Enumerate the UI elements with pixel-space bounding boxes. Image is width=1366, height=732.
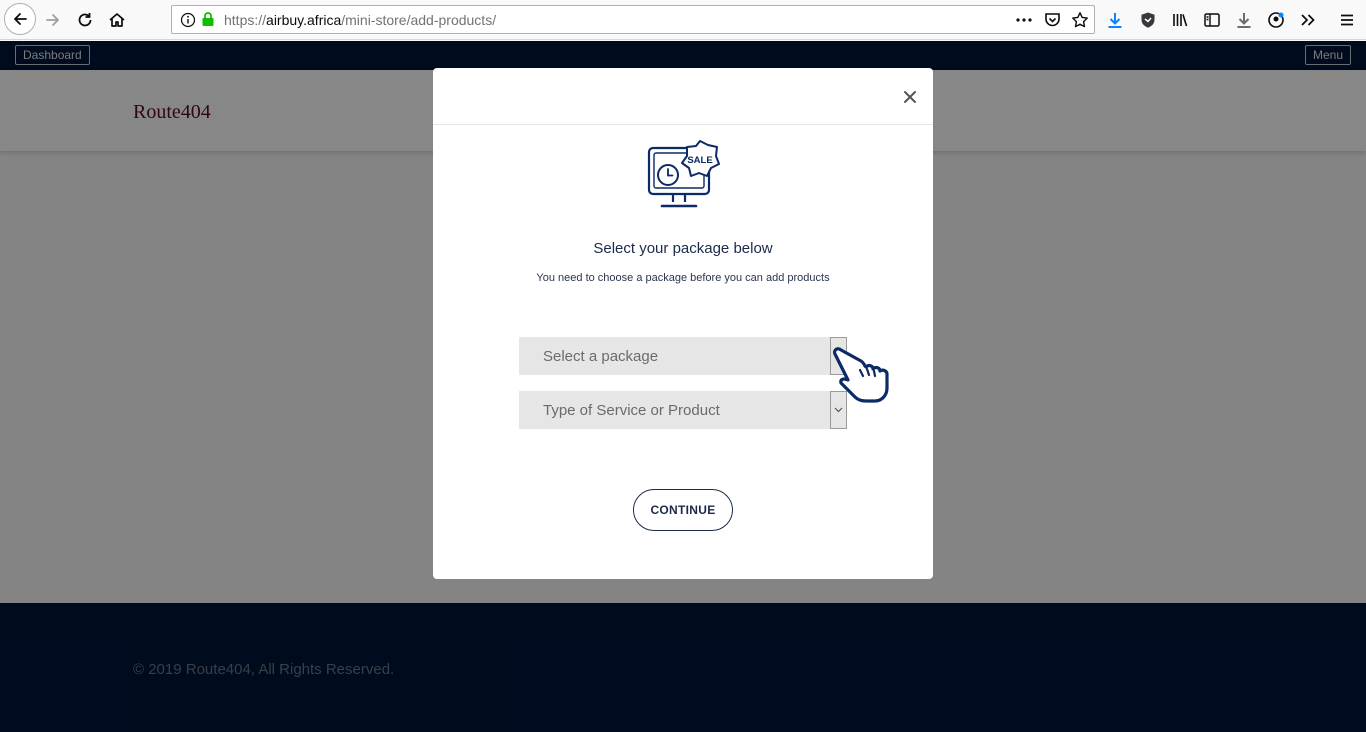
service-type-select[interactable]: Type of Service or Product bbox=[519, 391, 847, 429]
sale-badge-text: SALE bbox=[687, 155, 712, 166]
reload-button[interactable] bbox=[70, 5, 100, 35]
package-select-value: Select a package bbox=[543, 348, 659, 365]
package-modal: SALE Select your package below You need … bbox=[433, 68, 933, 579]
close-button[interactable] bbox=[901, 88, 919, 106]
downloads-gray-icon[interactable] bbox=[1234, 10, 1254, 30]
url-bar[interactable]: https://airbuy.africa/mini-store/add-pro… bbox=[171, 5, 1095, 34]
lock-icon[interactable] bbox=[201, 11, 215, 32]
download-icon[interactable] bbox=[1105, 10, 1125, 30]
continue-button[interactable]: CONTINUE bbox=[633, 489, 733, 531]
modal-title: Select your package below bbox=[593, 240, 773, 257]
url-prefix: https:// bbox=[224, 12, 267, 28]
browser-toolbar: https://airbuy.africa/mini-store/add-pro… bbox=[0, 0, 1366, 40]
modal-subtitle: You need to choose a package before you … bbox=[536, 272, 830, 284]
url-path: /mini-store/add-products/ bbox=[341, 12, 497, 28]
shield-icon[interactable] bbox=[1138, 10, 1158, 30]
service-select-value: Type of Service or Product bbox=[543, 402, 720, 419]
account-icon[interactable] bbox=[1266, 10, 1286, 30]
pocket-icon[interactable] bbox=[1042, 11, 1062, 29]
arrow-left-icon bbox=[14, 13, 27, 25]
reload-icon bbox=[78, 13, 92, 27]
sale-monitor-icon: SALE bbox=[646, 140, 720, 217]
info-icon[interactable] bbox=[180, 12, 196, 33]
hamburger-menu-icon[interactable] bbox=[1337, 10, 1357, 30]
home-button[interactable] bbox=[102, 5, 132, 35]
url-domain: airbuy.africa bbox=[266, 12, 342, 28]
home-icon bbox=[109, 13, 125, 27]
overflow-chevron-icon[interactable] bbox=[1298, 10, 1318, 30]
arrow-right-icon bbox=[46, 14, 59, 26]
sidebar-icon[interactable] bbox=[1202, 10, 1222, 30]
close-icon bbox=[904, 91, 916, 103]
pointing-hand-icon bbox=[831, 340, 895, 409]
package-select[interactable]: Select a package bbox=[519, 337, 847, 375]
url-text[interactable]: https://airbuy.africa/mini-store/add-pro… bbox=[224, 12, 496, 28]
back-button[interactable] bbox=[4, 3, 36, 35]
modal-header bbox=[433, 68, 933, 125]
library-icon[interactable] bbox=[1170, 10, 1190, 30]
bookmark-star-icon[interactable] bbox=[1070, 11, 1090, 29]
forward-button[interactable] bbox=[38, 5, 68, 35]
more-actions-icon[interactable] bbox=[1014, 11, 1034, 29]
